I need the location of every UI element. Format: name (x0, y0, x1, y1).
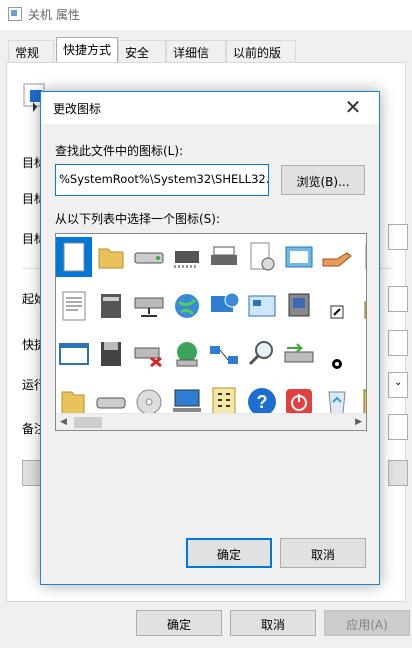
chip-icon[interactable] (169, 237, 205, 277)
tab-general[interactable]: 常规 (8, 40, 54, 62)
run-dropdown[interactable]: ⌄ (388, 372, 408, 398)
target-field[interactable] (388, 224, 408, 250)
window-app-icon[interactable] (56, 334, 92, 374)
icon-list-label: 从以下列表中选择一个图标(S): (55, 212, 221, 226)
scroll-left-icon[interactable]: ◀ (60, 417, 67, 427)
clock-document-icon[interactable] (244, 237, 280, 277)
comment-field[interactable] (388, 414, 408, 440)
window-title: 关机 属性 (28, 8, 80, 22)
svg-text:?: ? (257, 392, 268, 412)
horizontal-scrollbar[interactable]: ◀ ▶ (56, 413, 366, 430)
network-drive-icon[interactable] (131, 286, 167, 326)
shortcut-key-field[interactable] (388, 330, 408, 356)
magnifier-icon[interactable] (244, 334, 280, 374)
dialog-title: 更改图标 (53, 102, 102, 116)
blank-document-icon[interactable] (56, 237, 92, 277)
tab-security[interactable]: 安全 (118, 40, 166, 62)
circle-icon[interactable] (319, 334, 355, 374)
shortcut-arrow-icon[interactable] (319, 286, 355, 326)
icon-file-path-input[interactable]: %SystemRoot%\System32\SHELL32.dll (55, 164, 269, 196)
globe-icon[interactable] (169, 286, 205, 326)
window-app-icon (8, 7, 22, 21)
icon-list[interactable]: ? ◀ ▶ (55, 233, 367, 431)
text-document-icon[interactable] (56, 286, 92, 326)
globe-drive-icon[interactable] (169, 334, 205, 374)
window-icon[interactable] (281, 237, 317, 277)
network-error-icon[interactable] (131, 334, 167, 374)
server-icon[interactable] (93, 286, 129, 326)
properties-ok-button[interactable]: 确定 (136, 610, 222, 636)
chevron-down-icon: ⌄ (394, 377, 403, 388)
usb-drive-icon[interactable] (281, 334, 317, 374)
computer-globe-icon[interactable] (206, 286, 242, 326)
ok-button[interactable]: 确定 (186, 538, 272, 568)
advanced-button[interactable] (388, 460, 408, 486)
dialog-titlebar: 更改图标 ✕ (41, 92, 379, 124)
hand-icon[interactable] (319, 237, 355, 277)
lock-icon[interactable] (356, 286, 366, 326)
printer-icon[interactable] (206, 237, 242, 277)
change-icon-dialog: 更改图标 ✕ 查找此文件中的图标(L): %SystemRoot%\System… (40, 91, 380, 585)
tab-details[interactable]: 详细信息 (166, 40, 226, 77)
properties-cancel-button[interactable]: 取消 (230, 610, 316, 636)
network-icon[interactable] (206, 334, 242, 374)
tab-previous-versions[interactable]: 以前的版本 (226, 40, 296, 77)
start-in-field[interactable] (388, 286, 408, 312)
window-titlebar: 关机 属性 (0, 0, 412, 30)
drive-icon[interactable] (131, 237, 167, 277)
browse-button[interactable]: 浏览(B)... (281, 165, 365, 195)
monitor-icon[interactable] (281, 286, 317, 326)
blue-square-icon[interactable] (356, 334, 366, 374)
tab-shortcut[interactable]: 快捷方式 (56, 37, 118, 63)
scroll-right-icon[interactable]: ▶ (355, 417, 362, 427)
close-icon[interactable]: ✕ (333, 92, 373, 122)
find-icons-label: 查找此文件中的图标(L): (55, 144, 184, 158)
folder-icon[interactable] (93, 237, 129, 277)
recycle-icon[interactable] (356, 237, 366, 277)
scrollbar-thumb[interactable] (74, 417, 102, 428)
floppy-icon[interactable] (93, 334, 129, 374)
control-panel-icon[interactable] (244, 286, 280, 326)
cancel-button[interactable]: 取消 (280, 538, 366, 568)
properties-apply-button[interactable]: 应用(A) (324, 610, 410, 636)
